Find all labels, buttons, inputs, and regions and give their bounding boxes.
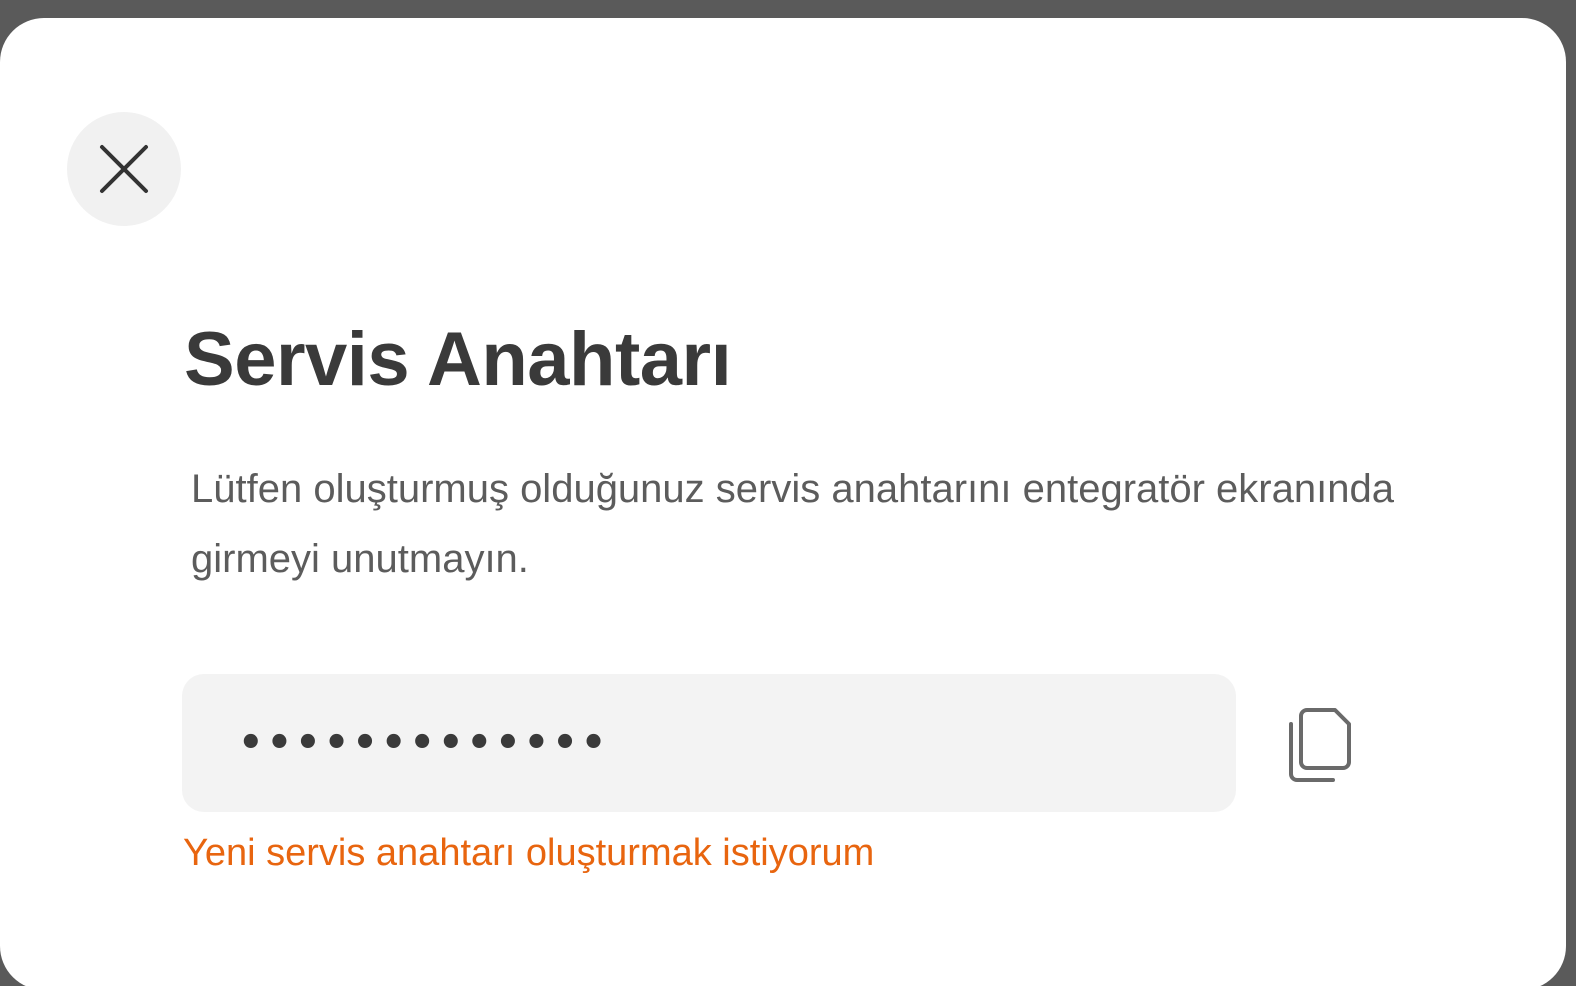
copy-icon [1289,708,1351,782]
close-icon [100,145,148,193]
service-key-modal: Servis Anahtarı Lütfen oluşturmuş olduğu… [0,18,1566,990]
copy-button[interactable] [1280,702,1360,786]
close-button[interactable] [67,112,181,226]
modal-title: Servis Anahtarı [184,317,732,402]
service-key-masked-value: ••••••••••••• [238,720,610,766]
modal-description: Lütfen oluşturmuş olduğunuz servis anaht… [191,467,1394,581]
regenerate-key-link[interactable]: Yeni servis anahtarı oluşturmak istiyoru… [183,832,874,875]
service-key-field[interactable]: ••••••••••••• [182,674,1236,812]
